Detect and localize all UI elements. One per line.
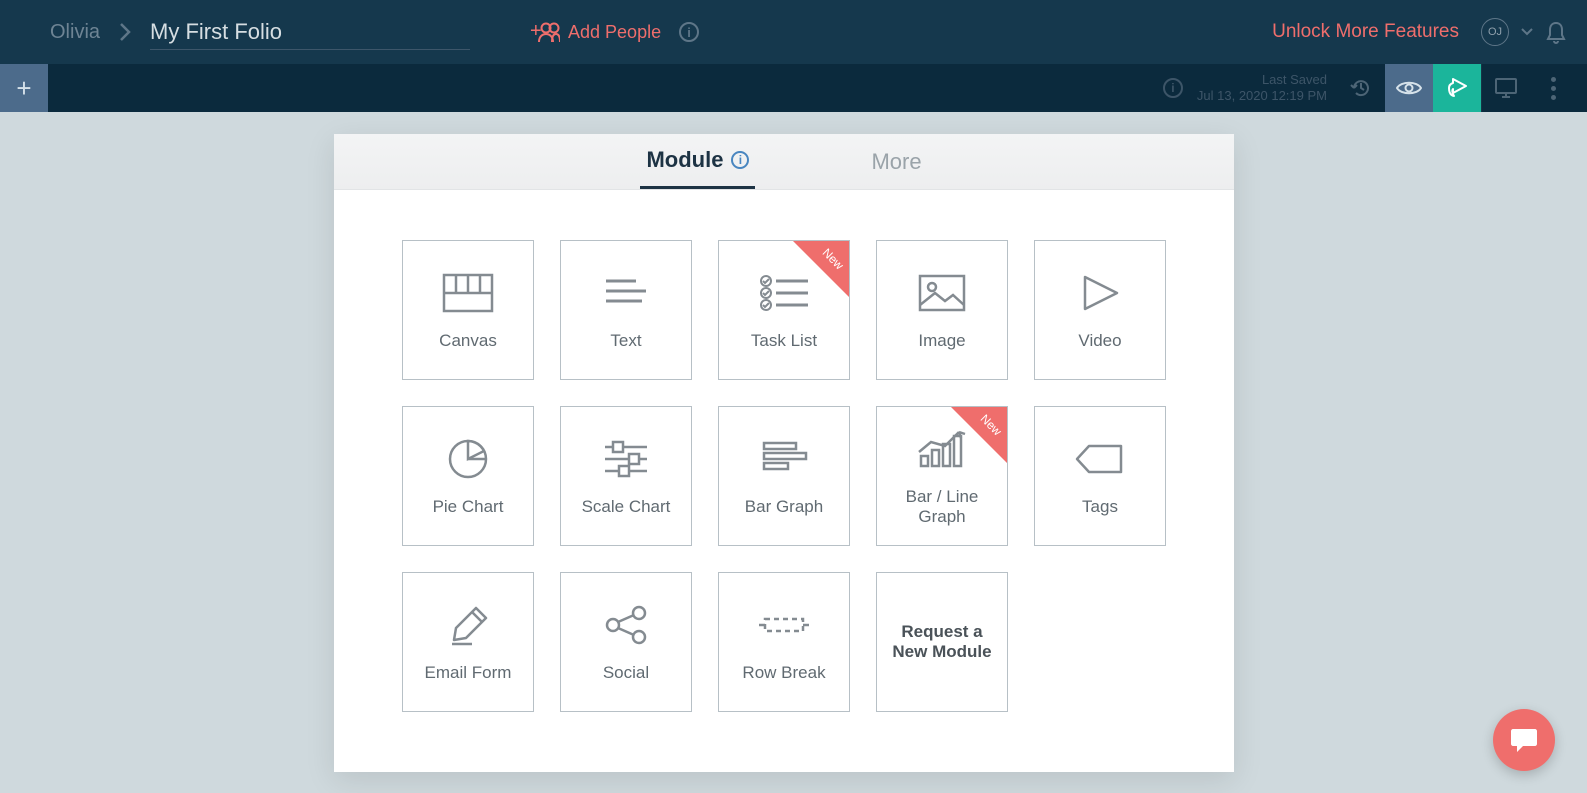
module-video[interactable]: Video [1034,240,1166,380]
kebab-icon [1551,77,1556,100]
add-people-button[interactable]: + Add People i [530,21,699,43]
module-label: Bar Graph [739,497,829,517]
social-icon [603,601,649,649]
notification-bell-icon[interactable] [1545,20,1567,44]
panel-tabs: Module i More [334,134,1234,190]
module-piechart[interactable]: Pie Chart [402,406,534,546]
piechart-icon [446,435,490,483]
module-label: Pie Chart [427,497,510,517]
module-label: Video [1072,331,1127,351]
breadcrumb-user[interactable]: Olivia [50,21,100,44]
module-grid: Canvas Text Task ListNew Image Video Pie Char… [334,190,1234,772]
rowbreak-icon [757,601,811,649]
history-icon[interactable] [1337,64,1385,112]
folio-title-input[interactable]: My First Folio [150,15,470,50]
add-people-info-icon[interactable]: i [679,22,699,42]
module-scalechart[interactable]: Scale Chart [560,406,692,546]
present-button[interactable] [1481,64,1529,112]
module-emailform[interactable]: Email Form [402,572,534,712]
module-canvas[interactable]: Canvas [402,240,534,380]
toolbar: + i Last Saved Jul 13, 2020 12:19 PM [0,64,1587,112]
preview-button[interactable] [1385,64,1433,112]
image-icon [917,269,967,317]
user-avatar[interactable]: OJ [1481,18,1509,46]
module-image[interactable]: Image [876,240,1008,380]
add-people-icon: + [530,21,560,43]
last-saved-status: Last Saved Jul 13, 2020 12:19 PM [1197,72,1327,105]
unlock-features-link[interactable]: Unlock More Features [1272,21,1459,43]
tab-more-label: More [871,149,921,175]
share-button[interactable] [1433,64,1481,112]
more-options-button[interactable] [1529,64,1577,112]
user-menu-caret-icon[interactable] [1521,28,1533,36]
module-label: Request a New Module [877,622,1007,663]
add-people-label: Add People [568,22,661,43]
module-label: Task List [745,331,823,351]
video-icon [1077,269,1123,317]
module-label: Tags [1076,497,1124,517]
module-tags[interactable]: Tags [1034,406,1166,546]
header-bar: Olivia My First Folio + Add People i Unl… [0,0,1587,64]
module-rowbreak[interactable]: Row Break [718,572,850,712]
module-tasklist[interactable]: Task ListNew [718,240,850,380]
module-label: Canvas [433,331,503,351]
module-picker-panel: Module i More Canvas Text Task ListNew Imag… [334,134,1234,772]
emailform-icon [448,601,488,649]
text-icon [602,269,650,317]
module-label: Image [912,331,971,351]
module-label: Scale Chart [576,497,677,517]
module-label: Text [604,331,647,351]
toolbar-info-icon[interactable]: i [1163,78,1183,98]
chat-launcher-button[interactable] [1493,709,1555,771]
module-text[interactable]: Text [560,240,692,380]
module-social[interactable]: Social [560,572,692,712]
canvas-icon [442,269,494,317]
bargraph-icon [760,435,808,483]
tags-icon [1075,435,1125,483]
module-request[interactable]: Request a New Module [876,572,1008,712]
add-button[interactable]: + [0,64,48,112]
new-badge [951,407,1007,463]
tab-more[interactable]: More [865,134,927,189]
module-label: Social [597,663,655,683]
scalechart-icon [601,435,651,483]
new-badge [793,241,849,297]
module-label: Bar / Line Graph [877,487,1007,528]
last-saved-label: Last Saved [1197,72,1327,88]
module-label: Row Break [736,663,831,683]
tab-module-label: Module [646,147,723,173]
chevron-right-icon [118,22,132,42]
module-barline[interactable]: Bar / Line GraphNew [876,406,1008,546]
chat-icon [1509,726,1539,754]
tab-module[interactable]: Module i [640,134,755,189]
module-label: Email Form [419,663,518,683]
last-saved-time: Jul 13, 2020 12:19 PM [1197,88,1327,104]
module-bargraph[interactable]: Bar Graph [718,406,850,546]
tab-module-info-icon[interactable]: i [731,151,749,169]
